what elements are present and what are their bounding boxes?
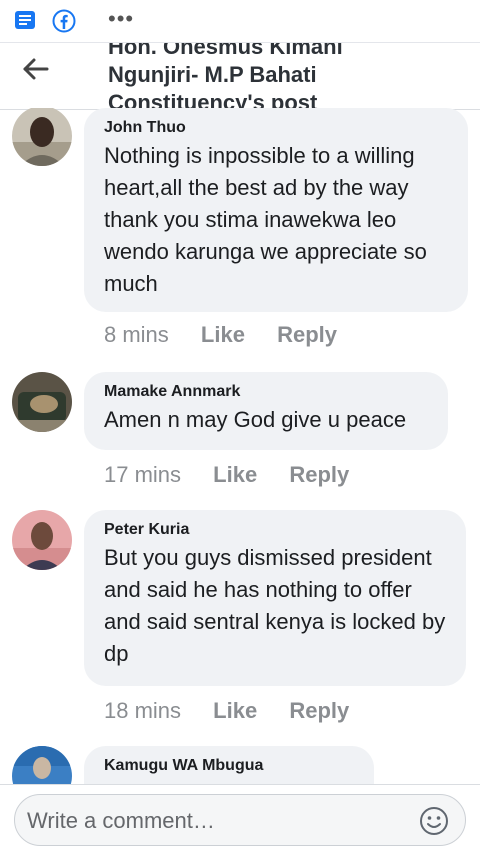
avatar[interactable] <box>12 372 72 432</box>
comment-input-placeholder[interactable]: Write a comment… <box>27 808 215 834</box>
reply-button[interactable]: Reply <box>289 462 349 488</box>
comment-bubble[interactable]: John Thuo Nothing is inpossible to a wil… <box>84 108 468 312</box>
notes-icon[interactable] <box>14 10 36 30</box>
title-line-3: Constituency's post <box>108 90 318 110</box>
comment-text: But you guys dismissed president and sai… <box>104 545 446 666</box>
title-line-2: Ngunjiri- M.P Bahati <box>108 62 317 87</box>
comment-author[interactable]: Kamugu WA Mbugua <box>104 756 354 776</box>
comment-actions: 17 mins Like Reply <box>104 462 375 488</box>
reply-button[interactable]: Reply <box>277 322 337 348</box>
avatar[interactable] <box>12 510 72 570</box>
comment-bubble[interactable]: Kamugu WA Mbugua <box>84 746 374 784</box>
facebook-icon[interactable] <box>52 9 76 33</box>
comment-actions: 18 mins Like Reply <box>104 698 375 724</box>
comment-author[interactable]: Peter Kuria <box>104 520 446 540</box>
like-button[interactable]: Like <box>201 322 245 348</box>
comment-author[interactable]: Mamake Annmark <box>104 382 428 402</box>
comment-input[interactable]: Write a comment… <box>14 794 466 846</box>
comment-actions: 8 mins Like Reply <box>104 322 363 348</box>
comment-list: John Thuo Nothing is inpossible to a wil… <box>0 108 480 784</box>
comment-time[interactable]: 8 mins <box>104 322 169 348</box>
comment-time[interactable]: 18 mins <box>104 698 181 724</box>
comment-text: Amen n may God give u peace <box>104 407 407 432</box>
avatar[interactable] <box>12 108 72 166</box>
title-line-1: Hon. Onesmus Kimani <box>108 42 343 59</box>
comment-author[interactable]: John Thuo <box>104 118 448 138</box>
reply-button[interactable]: Reply <box>289 698 349 724</box>
comment-composer: Write a comment… <box>0 784 480 855</box>
comment-bubble[interactable]: Mamake Annmark Amen n may God give u pea… <box>84 372 448 450</box>
top-bar: ••• <box>0 0 480 42</box>
back-arrow-icon[interactable] <box>20 57 50 81</box>
post-header: Hon. Onesmus Kimani Ngunjiri- M.P Bahati… <box>0 42 480 110</box>
comment-time[interactable]: 17 mins <box>104 462 181 488</box>
avatar[interactable] <box>12 746 72 784</box>
more-icon[interactable]: ••• <box>108 6 134 32</box>
like-button[interactable]: Like <box>213 698 257 724</box>
like-button[interactable]: Like <box>213 462 257 488</box>
page-title: Hon. Onesmus Kimani Ngunjiri- M.P Bahati… <box>108 42 408 110</box>
emoji-icon[interactable] <box>419 806 449 836</box>
comment-text: Nothing is inpossible to a willing heart… <box>104 143 427 296</box>
comment-bubble[interactable]: Peter Kuria But you guys dismissed presi… <box>84 510 466 686</box>
